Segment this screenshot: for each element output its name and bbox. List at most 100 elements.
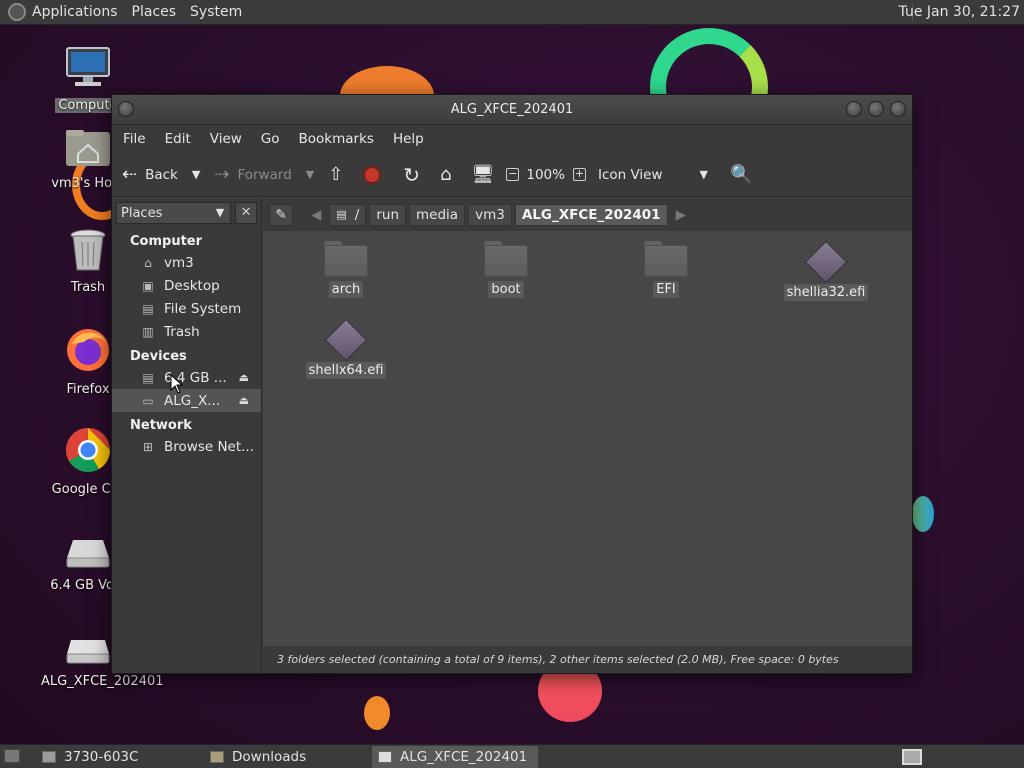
path-segment-media[interactable]: media [409, 203, 466, 226]
mate-logo-icon[interactable] [8, 3, 26, 21]
sidebar-item-trash[interactable]: ▥ Trash [112, 320, 261, 343]
reload-icon: ↻ [403, 162, 421, 187]
sidebar-item-desktop[interactable]: ▣ Desktop [112, 274, 261, 297]
file-name: shellia32.efi [783, 284, 869, 301]
system-menu[interactable]: System [190, 4, 242, 20]
wallpaper-shape-orange [364, 696, 390, 730]
show-desktop-icon[interactable] [4, 749, 20, 763]
up-button[interactable]: ⇧ [328, 159, 343, 191]
places-menu[interactable]: Places [132, 4, 177, 20]
edit-location-button[interactable]: ✎ [269, 203, 293, 226]
sidebar-pane-select[interactable]: Places ▼ [116, 202, 232, 224]
task-button[interactable]: Downloads [204, 746, 368, 768]
search-button[interactable]: 🔍 [730, 159, 752, 191]
path-segment-current[interactable]: ALG_XFCE_202401 [514, 203, 668, 226]
folder-icon [644, 241, 688, 277]
chevron-right-icon: ▶ [675, 206, 686, 223]
forward-button[interactable]: ⇢ Forward ▼ [214, 159, 314, 191]
mouse-cursor-icon [170, 374, 184, 394]
file-name: shellx64.efi [305, 362, 387, 379]
forward-history-dropdown-icon[interactable]: ▼ [306, 168, 314, 181]
task-label: Downloads [232, 748, 307, 765]
sidebar-header: Places ▼ ✕ [112, 198, 261, 228]
computer-icon [66, 47, 110, 86]
efi-file-icon [804, 240, 848, 284]
sidebar-item-label: Browse Net... [164, 438, 255, 455]
sidebar-close-button[interactable]: ✕ [235, 202, 257, 224]
content-area: Places ▼ ✕ Computer ⌂ vm3 ▣ Desktop ▤ File … [112, 198, 912, 673]
menu-edit[interactable]: Edit [165, 131, 191, 147]
menu-file[interactable]: File [123, 131, 146, 147]
minimize-button[interactable] [846, 101, 862, 117]
file-item[interactable]: boot [451, 241, 561, 298]
trash-icon [70, 229, 106, 271]
sidebar-item-label: File System [164, 300, 242, 317]
drive-icon [66, 540, 110, 568]
path-segment-run[interactable]: run [369, 203, 407, 226]
search-icon: 🔍 [729, 164, 753, 185]
zoom-out-button[interactable]: − [506, 159, 520, 191]
sidebar-pane-label: Places [121, 205, 163, 221]
zoom-in-icon: + [572, 167, 586, 181]
close-icon: ✕ [240, 205, 252, 220]
home-folder-icon [66, 130, 110, 166]
workspace-switcher[interactable] [902, 749, 922, 765]
zoom-in-button[interactable]: + [572, 159, 586, 191]
file-item[interactable]: shellx64.efi [291, 318, 401, 379]
file-item[interactable]: shellia32.efi [771, 240, 881, 301]
drive-icon [378, 750, 392, 763]
chevron-down-icon: ▼ [215, 206, 225, 219]
view-mode-select[interactable]: Icon View ▼ [598, 159, 708, 191]
view-mode-label: Icon View [597, 166, 663, 183]
back-arrow-icon: ⇠ [122, 164, 138, 185]
zoom-level: 100% [526, 166, 565, 183]
sidebar-item-label: ALG_X... [164, 392, 221, 409]
computer-icon: 🖥 [471, 164, 495, 185]
close-button[interactable] [890, 101, 906, 117]
applications-menu[interactable]: Applications [32, 4, 118, 20]
forward-arrow-icon: ⇢ [214, 164, 230, 185]
file-item[interactable]: EFI [611, 241, 721, 298]
sidebar-item-vm3[interactable]: ⌂ vm3 [112, 251, 261, 274]
folder-icon [484, 241, 528, 277]
window-titlebar[interactable]: ALG_XFCE_202401 [112, 95, 912, 125]
back-history-dropdown-icon[interactable]: ▼ [192, 168, 200, 181]
up-arrow-icon: ⇧ [328, 164, 344, 185]
file-item[interactable]: arch [291, 241, 401, 298]
path-segment-vm3[interactable]: vm3 [468, 203, 512, 226]
task-button-active[interactable]: ALG_XFCE_202401 [372, 745, 538, 768]
stop-icon [363, 165, 382, 184]
menu-view[interactable]: View [210, 131, 242, 147]
clock[interactable]: Tue Jan 30, 21:27 [899, 4, 1020, 20]
eject-icon[interactable]: ⏏ [239, 394, 249, 407]
eject-icon[interactable]: ⏏ [239, 371, 249, 384]
path-scroll-left-button[interactable]: ◀ [306, 204, 326, 226]
path-bar: ✎ ◀ ▤ / run media vm3 ALG_XFCE_202401 ▶ [263, 198, 912, 231]
back-label: Back [145, 166, 178, 183]
menu-help[interactable]: Help [393, 131, 424, 147]
back-button[interactable]: ⇠ Back ▼ [122, 159, 200, 191]
sidebar-item-browse-network[interactable]: ⊞ Browse Net... [112, 435, 261, 458]
computer-button[interactable]: 🖥 [472, 159, 495, 191]
toolbar: ⇠ Back ▼ ⇢ Forward ▼ ⇧ ↻ ⌂ 🖥 − 100% + Ic… [112, 153, 912, 197]
menu-bookmarks[interactable]: Bookmarks [299, 131, 374, 147]
chrome-icon [66, 428, 110, 472]
menu-go[interactable]: Go [261, 131, 280, 147]
folder-icon [324, 241, 368, 277]
task-button[interactable]: 3730-603C [36, 746, 200, 768]
efi-file-icon [324, 318, 368, 362]
home-button[interactable]: ⌂ [440, 159, 451, 191]
sidebar-item-label: Desktop [164, 277, 220, 294]
trash-icon: ▥ [142, 324, 154, 339]
sidebar-item-volume[interactable]: ▤ 6.4 GB ... ⏏ [112, 366, 261, 389]
file-view[interactable]: arch boot EFI shellia32.efi shellx64.efi [263, 231, 912, 646]
chevron-down-icon: ▼ [699, 168, 708, 181]
path-root-button[interactable]: ▤ / [329, 203, 367, 226]
sidebar-group-computer: Computer [130, 234, 203, 249]
stop-button[interactable] [363, 159, 382, 191]
maximize-button[interactable] [868, 101, 884, 117]
reload-button[interactable]: ↻ [403, 159, 420, 191]
sidebar-item-alg-drive[interactable]: ▭ ALG_X... ⏏ [112, 389, 261, 412]
sidebar-item-file-system[interactable]: ▤ File System [112, 297, 261, 320]
path-scroll-right-button[interactable]: ▶ [671, 204, 691, 226]
